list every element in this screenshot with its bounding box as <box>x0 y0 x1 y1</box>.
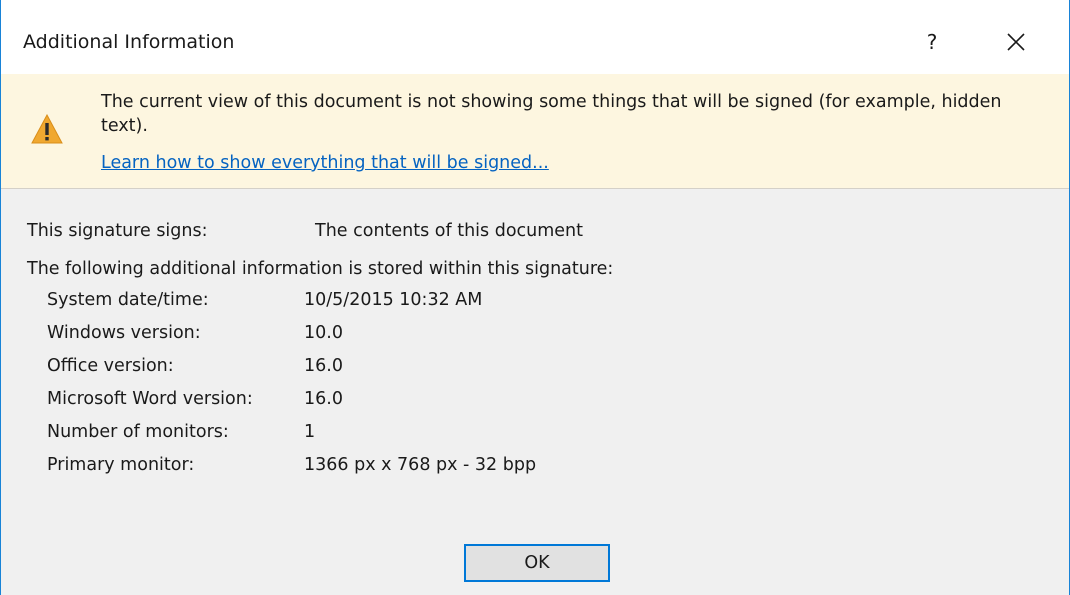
windows-version-label: Windows version: <box>47 323 201 343</box>
warning-icon <box>31 114 63 144</box>
help-button[interactable]: ? <box>909 22 955 62</box>
signs-value: The contents of this document <box>315 221 584 241</box>
additional-information-dialog: Additional Information ? The current vie… <box>0 0 1070 595</box>
close-button[interactable] <box>993 22 1039 62</box>
office-version-value: 16.0 <box>304 356 343 376</box>
monitor-count-value: 1 <box>304 422 316 442</box>
signs-label: This signature signs: <box>27 221 208 241</box>
warning-info-bar: The current view of this document is not… <box>1 74 1069 189</box>
primary-monitor-label: Primary monitor: <box>47 455 195 475</box>
system-datetime-label: System date/time: <box>47 290 209 310</box>
dialog-title: Additional Information <box>23 31 235 53</box>
ok-button[interactable]: OK <box>464 544 610 582</box>
warning-message: The current view of this document is not… <box>101 92 1002 136</box>
office-version-label: Office version: <box>47 356 174 376</box>
windows-version-value: 10.0 <box>304 323 343 343</box>
close-icon <box>1007 33 1025 51</box>
word-version-label: Microsoft Word version: <box>47 389 253 409</box>
title-bar: Additional Information ? <box>1 0 1069 74</box>
monitor-count-label: Number of monitors: <box>47 422 229 442</box>
system-datetime-value: 10/5/2015 10:32 AM <box>304 290 483 310</box>
stored-info-heading: The following additional information is … <box>27 259 614 279</box>
primary-monitor-value: 1366 px x 768 px - 32 bpp <box>304 455 537 475</box>
learn-more-link[interactable]: Learn how to show everything that will b… <box>101 151 549 175</box>
word-version-value: 16.0 <box>304 389 343 409</box>
